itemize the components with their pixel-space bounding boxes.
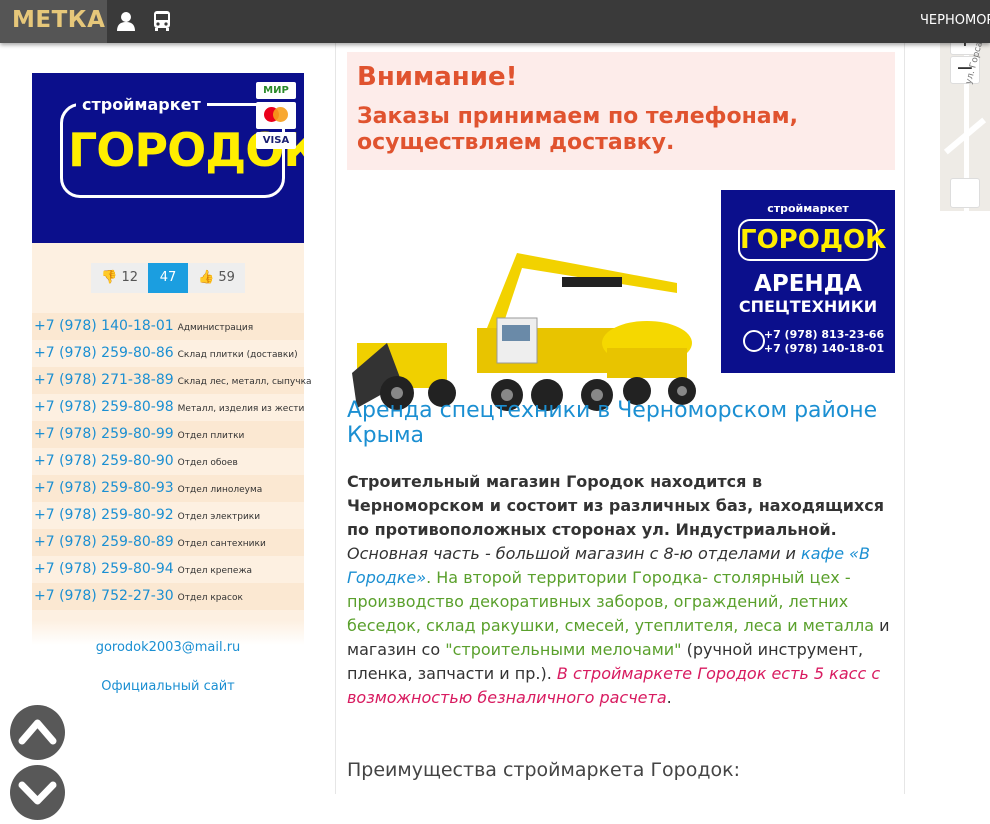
phone-number-link[interactable]: +7 (978) 259-80-92: [34, 502, 174, 529]
phone-description: Отдел крепежа: [177, 566, 253, 576]
phone-description: Отдел плитки: [177, 431, 245, 441]
alert-heading: Внимание!: [357, 62, 518, 92]
thumbs-down-icon: 👎: [101, 270, 118, 285]
phone-list: +7 (978) 140-18-01 Администрация +7 (978) …: [32, 313, 312, 610]
phone-number-link[interactable]: +7 (978) 259-80-98: [34, 394, 174, 421]
rent-phone-2: +7 (978) 140-18-01: [763, 342, 885, 355]
main-content: Внимание! Заказы принимаем по телефонам,…: [335, 43, 905, 794]
phone-row: +7 (978) 259-80-98 Металл, изделия из жес…: [32, 394, 304, 421]
phone-row: +7 (978) 140-18-01 Администрация: [32, 313, 304, 340]
mir-card-icon: МИР: [256, 82, 296, 99]
phone-number-link[interactable]: +7 (978) 259-80-86: [34, 340, 174, 367]
phone-description: Металл, изделия из жести: [177, 404, 305, 414]
phone-row: +7 (978) 259-80-93 Отдел линолеума: [32, 475, 304, 502]
town-link[interactable]: ЧЕРНОМОРСКОЕ: [920, 13, 990, 28]
scroll-up-button[interactable]: [10, 705, 65, 760]
alert-box: Внимание! Заказы принимаем по телефонам,…: [347, 52, 895, 170]
phone-row: +7 (978) 752-27-30 Отдел красок: [32, 583, 304, 610]
description-end: .: [666, 688, 672, 707]
description-green-1: . На второй территории Городка- столярны…: [347, 568, 875, 635]
phone-number-link[interactable]: +7 (978) 259-80-93: [34, 475, 174, 502]
phone-number-link[interactable]: +7 (978) 259-80-89: [34, 529, 174, 556]
phone-row: +7 (978) 259-80-90 Отдел обоев: [32, 448, 304, 475]
phone-description: Администрация: [177, 323, 254, 333]
phone-number-link[interactable]: +7 (978) 259-80-90: [34, 448, 174, 475]
user-icon[interactable]: [115, 10, 137, 32]
phone-number-link[interactable]: +7 (978) 271-38-89: [34, 367, 174, 394]
rent-phone-1: +7 (978) 813-23-66: [763, 328, 885, 341]
store-logo: строймаркет ГОРОДОК МИР VISA: [32, 73, 304, 243]
phone-description: Склад лес, металл, сыпучка: [177, 377, 312, 387]
phone-row: +7 (978) 259-80-89 Отдел сантехники: [32, 529, 304, 556]
logo-small-text: строймаркет: [76, 95, 207, 114]
phone-number-link[interactable]: +7 (978) 752-27-30: [34, 583, 174, 610]
like-count: 59: [218, 270, 235, 285]
phone-number-link[interactable]: +7 (978) 259-80-99: [34, 421, 174, 448]
phone-description: Отдел красок: [177, 593, 243, 603]
alert-text: Заказы принимаем по телефонам, осуществл…: [357, 104, 798, 155]
like-button[interactable]: 👍 59: [188, 263, 245, 293]
advantages-heading: Преимущества строймаркета Городок:: [347, 759, 740, 781]
phone-icon: [743, 330, 765, 352]
phone-row: +7 (978) 259-80-99 Отдел плитки: [32, 421, 304, 448]
phone-description: Отдел обоев: [177, 458, 238, 468]
bus-icon[interactable]: [151, 10, 173, 32]
contacts-panel: 👎 12 47 👍 59 +7 (978) 140-18-01 Администр…: [32, 243, 312, 620]
phone-row: +7 (978) 259-80-92 Отдел электрики: [32, 502, 304, 529]
rent-banner-logo: ГОРОДОК: [738, 219, 886, 261]
phone-number-link[interactable]: +7 (978) 259-80-94: [34, 556, 174, 583]
chevron-down-icon: [18, 781, 57, 805]
phone-row: +7 (978) 259-80-94 Отдел крепежа: [32, 556, 304, 583]
description-bold: Строительный магазин Городок находится в…: [347, 472, 885, 539]
phone-description: Склад плитки (доставки): [177, 350, 298, 360]
payment-cards: МИР VISA: [256, 82, 296, 152]
description-italic: Основная часть - большой магазин с 8-ю о…: [347, 544, 796, 563]
sidebar-links: gorodok2003@mail.ru Официальный сайт: [32, 620, 304, 694]
vote-total: 47: [148, 263, 188, 293]
rent-banner-line1: АРЕНДА: [754, 271, 862, 297]
description-text: Строительный магазин Городок находится в…: [347, 470, 897, 710]
phone-number-link[interactable]: +7 (978) 140-18-01: [34, 313, 174, 340]
phone-description: Отдел сантехники: [177, 539, 266, 549]
map-widget[interactable]: + − ул. Горса: [940, 43, 990, 211]
rent-banner[interactable]: строймаркет ГОРОДОК АРЕНДА СПЕЦТЕХНИКИ +…: [721, 190, 895, 373]
rent-banner-phones: +7 (978) 813-23-66 +7 (978) 140-18-01: [721, 328, 895, 356]
scroll-down-button[interactable]: [10, 765, 65, 820]
email-link[interactable]: gorodok2003@mail.ru: [32, 640, 304, 655]
phone-row: +7 (978) 271-38-89 Склад лес, металл, сып…: [32, 367, 312, 394]
official-site-link[interactable]: Официальный сайт: [32, 679, 304, 694]
rent-banner-line2: СПЕЦТЕХНИКИ: [738, 297, 878, 316]
machinery-image: [352, 253, 696, 411]
dislike-button[interactable]: 👎 12: [91, 263, 148, 293]
phone-description: Отдел электрики: [177, 512, 261, 522]
phone-row: +7 (978) 259-80-86 Склад плитки (доставки…: [32, 340, 304, 367]
rating-votes: 👎 12 47 👍 59: [32, 263, 304, 293]
map-control-button[interactable]: [950, 178, 980, 208]
mastercard-icon: [256, 102, 296, 129]
description-green-2: "строительными мелочами": [445, 640, 682, 659]
rent-banner-small-text: строймаркет: [767, 202, 849, 215]
brand-logo[interactable]: МЕТКА: [0, 0, 107, 43]
top-navbar: МЕТКА ЧЕРНОМОРСКОЕ: [0, 0, 990, 43]
chevron-up-icon: [18, 719, 57, 745]
visa-card-icon: VISA: [256, 132, 296, 149]
dislike-count: 12: [121, 270, 138, 285]
page-title: Аренда спецтехники в Черноморском районе…: [347, 398, 878, 448]
thumbs-up-icon: 👍: [198, 270, 215, 285]
phone-description: Отдел линолеума: [177, 485, 263, 495]
sidebar: строймаркет ГОРОДОК МИР VISA 👎 12 47 👍 5…: [32, 73, 312, 718]
